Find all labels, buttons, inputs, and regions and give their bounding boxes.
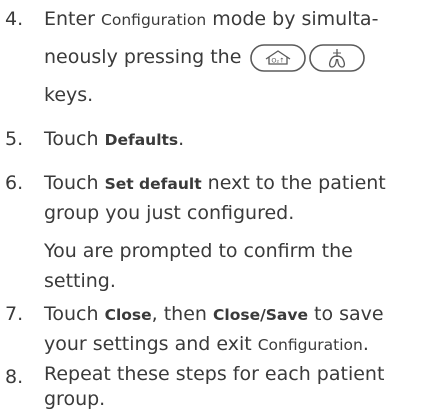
ui-term-configuration: Configuration: [101, 11, 207, 29]
svg-text:O₂↑: O₂↑: [272, 57, 285, 65]
step-text: Touch Set default next to the patient gr…: [44, 172, 386, 224]
ui-term-set-default: Set default: [104, 175, 202, 193]
ui-term-defaults: Defaults: [104, 131, 179, 149]
lungs-key-icon: [309, 44, 366, 72]
step-number: 5.: [5, 128, 24, 150]
home-o2-key-icon: O₂↑: [250, 44, 307, 72]
step-note: You are prompted to confirm the setting.: [44, 240, 353, 292]
step-text: Touch Defaults.: [44, 128, 185, 150]
ui-term-close: Close: [104, 306, 152, 324]
step-number: 6.: [5, 172, 24, 194]
step-text: Repeat these steps for each patient grou…: [44, 363, 385, 410]
step-number: 7.: [5, 303, 24, 325]
ui-term-configuration: Configuration: [257, 336, 363, 354]
step-text: Enter Configuration mode by simulta- neo…: [44, 8, 379, 106]
step-number: 8.: [5, 366, 24, 388]
step-number: 4.: [5, 8, 24, 30]
step-text: Touch Close, then Close/Save to save you…: [44, 303, 384, 355]
key-group: O₂↑: [250, 35, 368, 81]
ui-term-close-save: Close/Save: [213, 306, 308, 324]
